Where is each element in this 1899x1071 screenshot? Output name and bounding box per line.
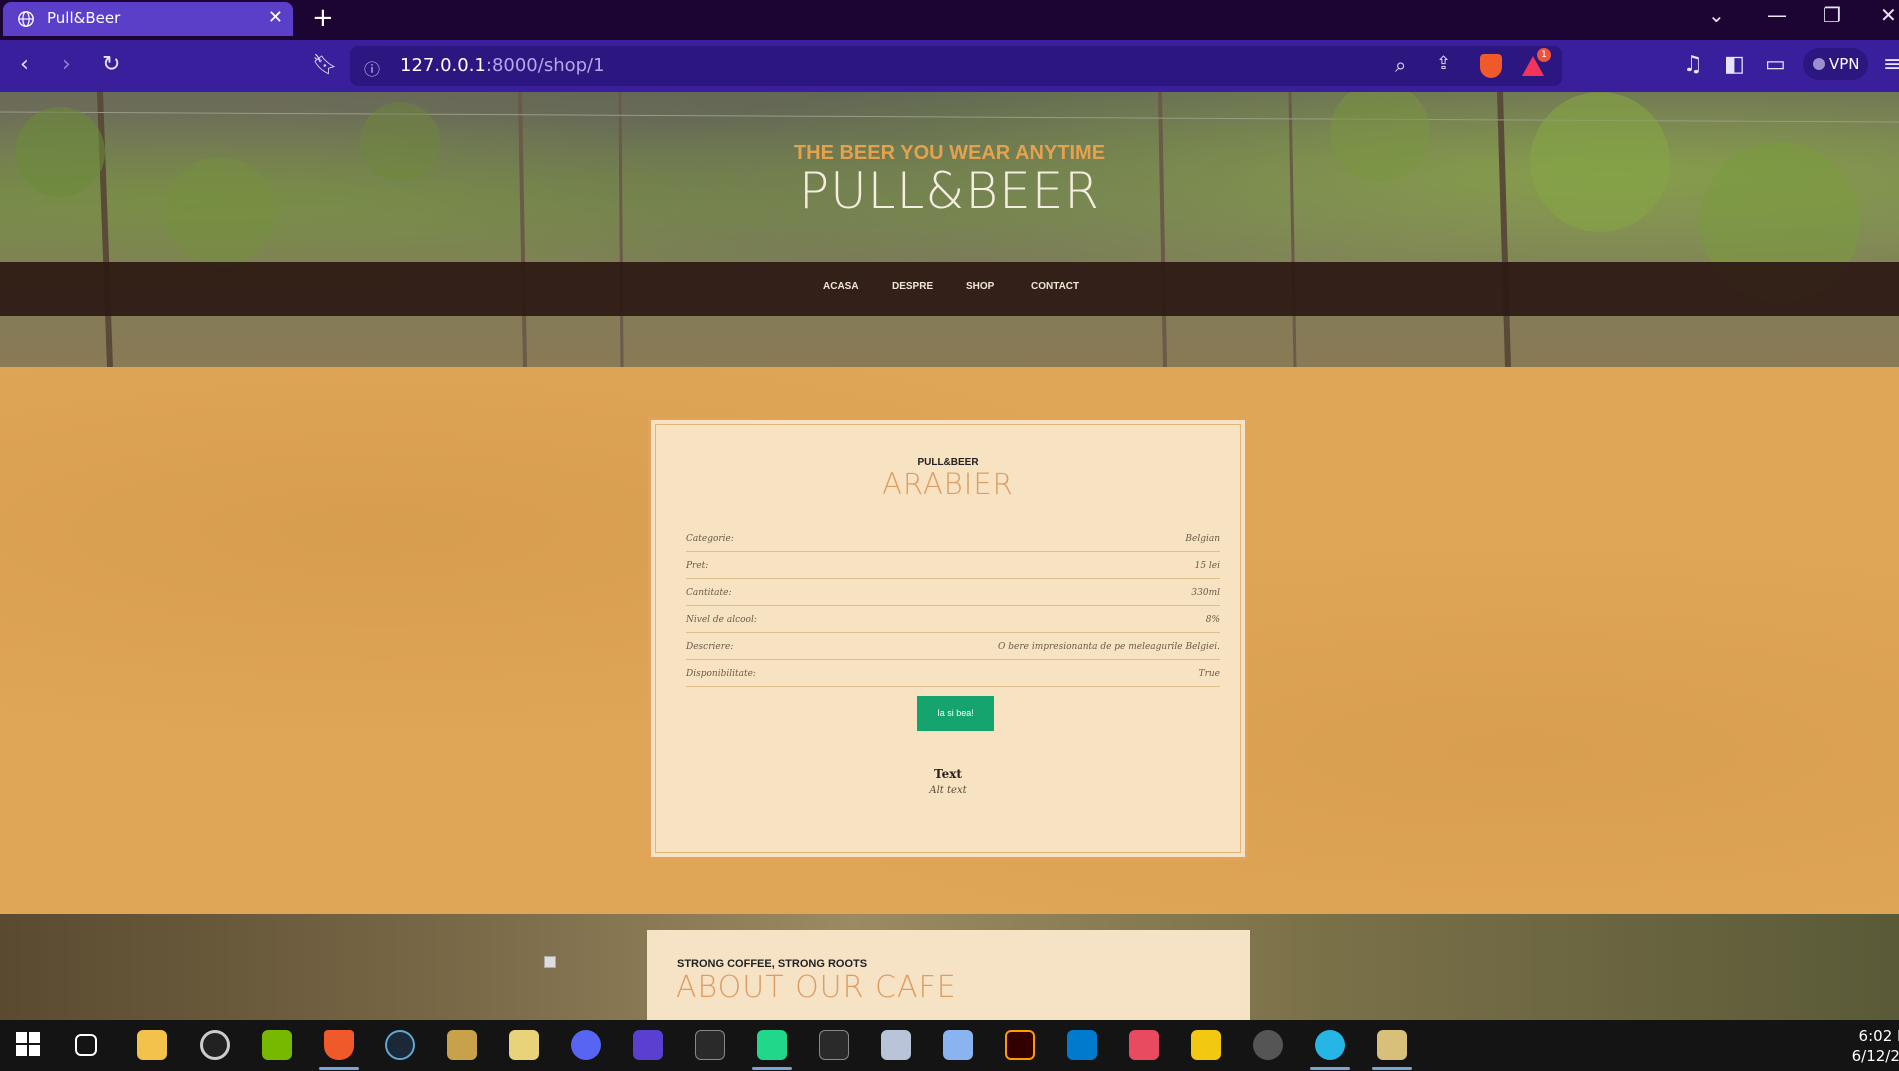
brave-shields-icon[interactable]	[1480, 54, 1502, 78]
rockstar-icon[interactable]	[881, 1030, 911, 1060]
detail-label: Pret:	[686, 561, 709, 571]
illustrator-icon[interactable]	[1005, 1030, 1035, 1060]
reload-icon[interactable]: ↻	[102, 52, 120, 77]
bing-icon[interactable]	[633, 1030, 663, 1060]
forward-icon[interactable]: ›	[62, 52, 71, 77]
wallet-icon[interactable]: ▭	[1765, 52, 1786, 77]
tab-title: Pull&Beer	[47, 9, 121, 27]
detail-value: 8%	[1205, 615, 1220, 625]
alt-text: Alt text	[929, 785, 967, 796]
music-icon[interactable]: ♫	[1683, 52, 1703, 77]
system-clock[interactable]: 6:02 PM 6/12/202	[1852, 1026, 1899, 1066]
vpn-status-icon	[1813, 58, 1825, 70]
detail-label: Descriere:	[686, 642, 734, 652]
vpn-label: VPN	[1829, 55, 1860, 73]
detail-value: Belgian	[1185, 534, 1220, 544]
restore-icon[interactable]: ❐	[1823, 3, 1841, 27]
minimize-icon[interactable]: —	[1767, 3, 1787, 27]
power-bi-icon[interactable]	[1191, 1030, 1221, 1060]
ubisoft-icon[interactable]	[200, 1030, 230, 1060]
detail-label: Cantitate:	[686, 588, 732, 598]
bookmark-icon[interactable]: 🔖︎	[312, 52, 337, 76]
tab-search-chevron-icon[interactable]: ⌄	[1708, 3, 1725, 27]
pycharm-icon[interactable]	[757, 1030, 787, 1060]
about-section: STRONG COFFEE, STRONG ROOTS ABOUT OUR CA…	[0, 914, 1899, 1020]
redis-app-icon[interactable]	[1129, 1030, 1159, 1060]
witcher-icon[interactable]	[1253, 1030, 1283, 1060]
file-explorer-icon[interactable]	[137, 1030, 167, 1060]
detail-row: Categorie: Belgian	[686, 525, 1220, 552]
product-name: ARABIER	[882, 467, 1014, 501]
rewards-badge: 1	[1537, 48, 1551, 62]
browser-toolbar: ‹ › ↻ 🔖︎ ⓘ 127.0.0.1:8000/shop/1 ⌕ ⇪ 1 ♫…	[0, 40, 1899, 92]
menu-icon[interactable]: ≡	[1883, 52, 1899, 77]
detail-row: Disponibilitate: True	[686, 660, 1220, 687]
nav-shop[interactable]: SHOP	[966, 281, 994, 292]
charts-app-icon[interactable]	[509, 1030, 539, 1060]
vpn-button[interactable]: VPN	[1803, 48, 1868, 80]
product-card: PULL&BEER ARABIER Categorie: Belgian Pre…	[648, 417, 1248, 860]
hop-field-background	[0, 92, 1899, 367]
nav-contact[interactable]: CONTACT	[1031, 281, 1079, 292]
epic-games-icon-2[interactable]	[819, 1030, 849, 1060]
detail-value: 15 lei	[1194, 561, 1220, 571]
hero-header: THE BEER YOU WEAR ANYTIME PULL&BEER ACAS…	[0, 92, 1899, 367]
nvidia-icon[interactable]	[262, 1030, 292, 1060]
close-tab-icon[interactable]: ✕	[268, 7, 283, 28]
detail-label: Disponibilitate:	[686, 669, 756, 679]
detail-value: True	[1198, 669, 1220, 679]
cortana-c-icon[interactable]	[1315, 1030, 1345, 1060]
product-section: PULL&BEER ARABIER Categorie: Belgian Pre…	[0, 367, 1899, 914]
vscode-icon[interactable]	[1067, 1030, 1097, 1060]
share-icon[interactable]: ⇪	[1436, 53, 1451, 74]
zoom-icon[interactable]: ⌕	[1395, 53, 1406, 77]
detail-label: Categorie:	[686, 534, 734, 544]
url-text[interactable]: 127.0.0.1:8000/shop/1	[400, 55, 605, 76]
epic-games-icon[interactable]	[695, 1030, 725, 1060]
new-tab-button[interactable]: +	[312, 3, 334, 33]
paint-icon[interactable]	[1377, 1030, 1407, 1060]
clock-date: 6/12/202	[1851, 1047, 1899, 1065]
discord-icon[interactable]	[571, 1030, 601, 1060]
back-icon[interactable]: ‹	[20, 52, 29, 77]
address-bar[interactable]: ⓘ 127.0.0.1:8000/shop/1 ⌕ ⇪ 1	[350, 46, 1562, 86]
league-icon[interactable]	[447, 1030, 477, 1060]
task-view-icon[interactable]	[75, 1034, 97, 1056]
tab-strip: Pull&Beer ✕ + ⌄ — ❐ ✕	[0, 0, 1899, 40]
clock-time: 6:02 PM	[1858, 1027, 1899, 1045]
start-icon[interactable]	[14, 1030, 44, 1060]
detail-value: 330ml	[1191, 588, 1220, 598]
steam-icon[interactable]	[385, 1030, 415, 1060]
globe-icon	[18, 11, 34, 27]
detail-row: Pret: 15 lei	[686, 552, 1220, 579]
web-page: THE BEER YOU WEAR ANYTIME PULL&BEER ACAS…	[0, 92, 1899, 1020]
about-kicker: STRONG COFFEE, STRONG ROOTS	[677, 958, 868, 970]
about-title: ABOUT OUR CAFE	[676, 970, 957, 1005]
browser-tab[interactable]: Pull&Beer ✕	[3, 2, 293, 36]
text-heading: Text	[934, 767, 962, 781]
windows-taskbar: 6:02 PM 6/12/202	[0, 1020, 1899, 1071]
about-card: STRONG COFFEE, STRONG ROOTS ABOUT OUR CA…	[647, 930, 1250, 1020]
detail-row: Nivel de alcool: 8%	[686, 606, 1220, 633]
broken-image-icon	[544, 956, 556, 968]
main-nav: ACASA DESPRE SHOP CONTACT	[0, 262, 1899, 316]
nav-acasa[interactable]: ACASA	[823, 281, 859, 292]
detail-value: O bere impresionanta de pe meleagurile B…	[998, 642, 1220, 652]
detail-row: Descriere: O bere impresionanta de pe me…	[686, 633, 1220, 660]
nav-despre[interactable]: DESPRE	[892, 281, 933, 292]
detail-label: Nivel de alcool:	[686, 615, 757, 625]
site-brand: PULL&BEER	[798, 162, 1101, 220]
close-window-icon[interactable]: ✕	[1880, 3, 1897, 27]
sidebar-icon[interactable]: ◧	[1724, 52, 1745, 77]
3d-viewer-icon[interactable]	[943, 1030, 973, 1060]
site-info-icon[interactable]: ⓘ	[364, 56, 380, 80]
buy-button[interactable]: Ia si bea!	[917, 696, 994, 731]
detail-row: Cantitate: 330ml	[686, 579, 1220, 606]
brave-icon[interactable]	[324, 1030, 354, 1060]
